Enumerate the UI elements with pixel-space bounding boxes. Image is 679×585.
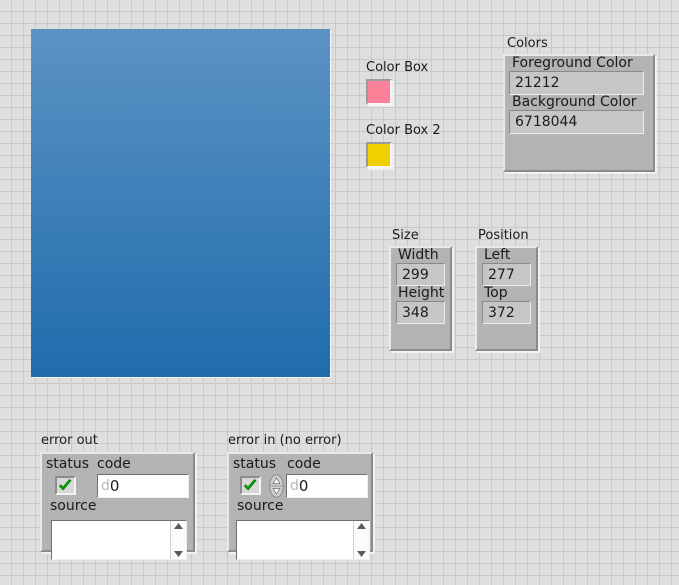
position-cluster[interactable]: Left 277 Top 372: [475, 246, 538, 351]
size-cluster[interactable]: Width 299 Height 348: [389, 246, 452, 351]
scroll-up-arrow-icon[interactable]: [357, 523, 366, 529]
left-field[interactable]: 277: [482, 263, 531, 286]
background-color-label: Background Color: [512, 94, 637, 110]
green-check-icon: [243, 478, 258, 493]
color-box-2-group: Color Box 2: [366, 123, 441, 168]
error-out-row-status-code: status code d 0: [42, 454, 193, 498]
error-out-source-label: source: [50, 498, 97, 514]
colors-cluster[interactable]: Foreground Color 21212 Background Color …: [503, 54, 655, 172]
error-out-label: error out: [41, 433, 98, 448]
width-field[interactable]: 299: [396, 263, 445, 286]
error-in-status-control[interactable]: [240, 476, 261, 495]
error-in-row-status-code: status code d 0: [229, 454, 371, 498]
error-in-status-label: status: [233, 456, 277, 472]
error-in-code-label: code: [287, 456, 321, 472]
width-label: Width: [398, 247, 439, 263]
color-box-2-label: Color Box 2: [366, 123, 441, 138]
position-cluster-label: Position: [478, 228, 529, 243]
top-label: Top: [484, 285, 508, 301]
height-field[interactable]: 348: [396, 301, 445, 324]
green-check-icon: [58, 478, 73, 493]
color-box-2[interactable]: [366, 142, 392, 168]
error-in-code-ghost: d: [290, 478, 299, 494]
error-in-code-field[interactable]: d 0: [286, 474, 368, 498]
error-out-status-label: status: [46, 456, 90, 472]
error-out-code-label: code: [97, 456, 131, 472]
scroll-up-arrow-icon[interactable]: [174, 523, 183, 529]
error-out-status-indicator[interactable]: [55, 476, 76, 495]
scroll-down-arrow-icon[interactable]: [357, 551, 366, 557]
size-cluster-label: Size: [392, 228, 419, 243]
error-out-code-field[interactable]: d 0: [97, 474, 189, 498]
error-out-cluster[interactable]: status code d 0 source: [40, 452, 195, 560]
increment-decrement-icon[interactable]: [269, 474, 284, 498]
error-in-source-label: source: [237, 498, 284, 514]
color-box-1-label: Color Box: [366, 60, 429, 75]
top-field[interactable]: 372: [482, 301, 531, 324]
colors-cluster-label: Colors: [507, 36, 548, 51]
error-out-source-field[interactable]: [51, 520, 187, 560]
error-out-source-scrollbar[interactable]: [170, 521, 186, 559]
error-in-source-field[interactable]: [236, 520, 370, 560]
height-label: Height: [398, 285, 445, 301]
error-in-source-scrollbar[interactable]: [353, 521, 369, 559]
error-in-code-value: 0: [298, 477, 309, 495]
error-out-code-ghost: d: [101, 478, 110, 494]
background-color-field[interactable]: 6718044: [509, 110, 644, 134]
front-panel-canvas[interactable]: Color Box Color Box 2 Colors Foreground …: [0, 0, 679, 585]
color-gradient-display[interactable]: [31, 29, 330, 377]
color-box-1[interactable]: [366, 79, 392, 105]
foreground-color-field[interactable]: 21212: [509, 71, 644, 95]
error-in-label: error in (no error): [228, 433, 342, 448]
foreground-color-label: Foreground Color: [512, 55, 633, 71]
color-box-1-group: Color Box: [366, 60, 428, 105]
error-in-cluster[interactable]: status code d 0 source: [227, 452, 373, 560]
error-out-code-value: 0: [109, 477, 120, 495]
left-label: Left: [484, 247, 511, 263]
scroll-down-arrow-icon[interactable]: [174, 551, 183, 557]
